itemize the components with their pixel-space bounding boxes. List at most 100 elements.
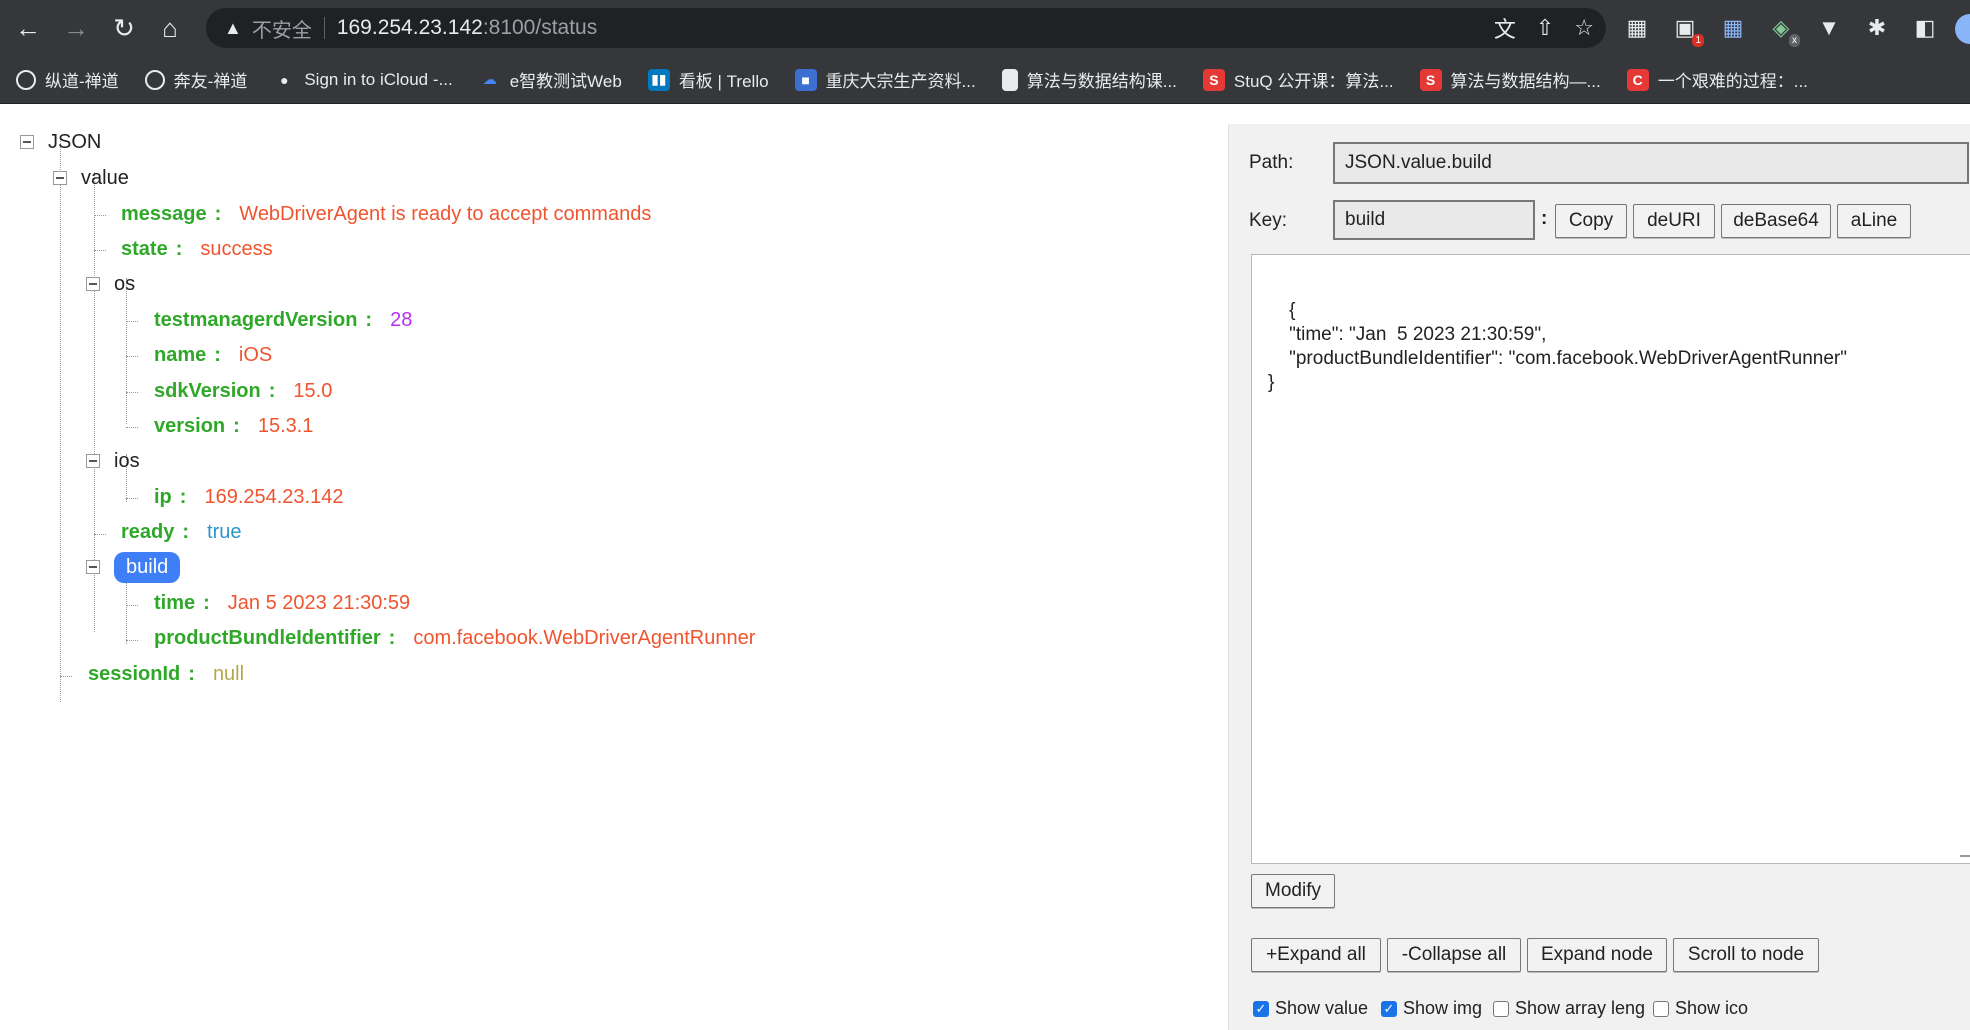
- site-icon: ■: [794, 68, 817, 91]
- bookmark-item[interactable]: ■ 重庆大宗生产资料...: [794, 67, 976, 92]
- puzzle-green-extension-icon[interactable]: ◈ x: [1766, 13, 1800, 47]
- tree-leaf-ready[interactable]: ready: true: [121, 516, 242, 548]
- tree-leaf-testmanagerdversion[interactable]: testmanagerdVersion: 28: [154, 304, 412, 336]
- scroll-to-node-button[interactable]: Scroll to node: [1673, 938, 1819, 972]
- checkbox-label: Show value: [1275, 998, 1369, 1018]
- tree-leaf-message[interactable]: message: WebDriverAgent is ready to acce…: [121, 198, 651, 230]
- notification-extension-icon[interactable]: ▣ 1: [1670, 13, 1704, 47]
- tree-branch-line: [126, 640, 138, 641]
- collapse-all-button[interactable]: -Collapse all: [1387, 938, 1521, 972]
- expand-all-button[interactable]: +Expand all: [1251, 938, 1381, 972]
- security-label: 不安全: [251, 19, 312, 42]
- node-value: iOS: [238, 343, 273, 366]
- bookmark-label: 算法与数据结构课...: [1026, 72, 1177, 91]
- copy-button[interactable]: Copy: [1555, 204, 1627, 238]
- qr-extension-icon[interactable]: ▦: [1622, 13, 1652, 43]
- tree-node-value[interactable]: value: [53, 162, 129, 194]
- tree-branch-line: [126, 498, 138, 499]
- bookmark-item[interactable]: ● Sign in to iCloud -...: [273, 69, 453, 91]
- tree-node-json[interactable]: JSON: [20, 126, 101, 158]
- tree-leaf-version[interactable]: version: 15.3.1: [154, 410, 313, 442]
- node-value: 15.0: [293, 379, 333, 402]
- profile-avatar[interactable]: [1955, 14, 1970, 44]
- node-label[interactable]: JSON: [48, 131, 101, 154]
- debase64-button[interactable]: deBase64: [1721, 204, 1831, 238]
- forward-arrow-icon[interactable]: →: [56, 8, 96, 48]
- tree-leaf-name[interactable]: name: iOS: [154, 339, 272, 371]
- bookmark-item[interactable]: C 一个艰难的过程：...: [1626, 67, 1808, 92]
- extension-x-badge: x: [1789, 34, 1800, 47]
- inspector-panel: Path: JSON.value.build Key: build : Copy…: [1228, 124, 1970, 1030]
- node-label[interactable]: os: [114, 273, 135, 296]
- node-value: Jan 5 2023 21:30:59: [227, 591, 411, 614]
- collapse-toggle-icon[interactable]: [20, 135, 34, 149]
- s-logo-icon: S: [1202, 68, 1225, 91]
- collapse-toggle-icon[interactable]: [86, 454, 100, 468]
- address-bar[interactable]: ▲ 不安全 169.254.23.142:8100/status 文 ⇧ ☆: [206, 8, 1606, 48]
- tree-leaf-ip[interactable]: ip: 169.254.23.142: [154, 481, 343, 513]
- tree-leaf-time[interactable]: time: Jan 5 2023 21:30:59: [154, 587, 410, 619]
- bookmark-item[interactable]: 奔友-禅道: [144, 67, 247, 92]
- node-label[interactable]: value: [81, 167, 129, 190]
- key-colon: :: [365, 308, 373, 331]
- back-arrow-icon[interactable]: ←: [8, 8, 48, 48]
- tree-leaf-sdkversion[interactable]: sdkVersion: 15.0: [154, 375, 332, 407]
- json-editor[interactable]: { "time": "Jan 5 2023 21:30:59", "produc…: [1251, 254, 1970, 864]
- resize-handle-icon[interactable]: [1960, 845, 1970, 857]
- modify-button[interactable]: Modify: [1251, 874, 1335, 908]
- url-host: 169.254.23.142: [336, 16, 483, 39]
- tree-branch-line: [94, 215, 106, 216]
- node-value: 15.3.1: [257, 414, 314, 437]
- tree-leaf-state[interactable]: state: success: [121, 233, 273, 265]
- tree-leaf-productbundleidentifier[interactable]: productBundleIdentifier: com.facebook.We…: [154, 622, 755, 654]
- checkbox-checked-icon: ✓: [1253, 1000, 1269, 1017]
- collapse-toggle-icon[interactable]: [86, 560, 100, 574]
- share-icon[interactable]: ⇧: [1536, 15, 1554, 41]
- bookmark-item[interactable]: S 算法与数据结构—...: [1419, 67, 1601, 92]
- path-field[interactable]: JSON.value.build: [1333, 142, 1969, 184]
- reload-icon[interactable]: ↻: [104, 8, 144, 48]
- aline-button[interactable]: aLine: [1837, 204, 1911, 238]
- bookmark-item[interactable]: ▮▮ 看板 | Trello: [647, 67, 769, 92]
- tree-node-ios[interactable]: ios: [86, 445, 140, 477]
- document-icon: [1001, 68, 1018, 91]
- collapse-toggle-icon[interactable]: [53, 171, 67, 185]
- node-key: message: [121, 202, 207, 225]
- node-value: 28: [390, 308, 413, 331]
- show-img-checkbox[interactable]: ✓ Show img: [1381, 998, 1482, 1019]
- bookmark-star-icon[interactable]: ☆: [1574, 15, 1594, 41]
- node-key: ready: [121, 520, 175, 543]
- extensions-puzzle-icon[interactable]: ✱: [1862, 13, 1892, 43]
- expand-node-button[interactable]: Expand node: [1527, 938, 1667, 972]
- bookmark-item[interactable]: 算法与数据结构课...: [1001, 67, 1177, 92]
- translate-icon[interactable]: 文: [1494, 12, 1516, 44]
- key-field[interactable]: build: [1333, 200, 1535, 240]
- translate-extension-icon[interactable]: ▦: [1718, 13, 1748, 43]
- side-panel-icon[interactable]: ◧: [1910, 13, 1940, 43]
- home-icon[interactable]: ⌂: [150, 8, 190, 48]
- show-value-checkbox[interactable]: ✓ Show value: [1253, 998, 1368, 1019]
- tree-node-build[interactable]: build: [86, 551, 181, 583]
- c-logo-icon: C: [1626, 68, 1649, 91]
- key-colon: :: [182, 520, 190, 543]
- key-colon: :: [203, 591, 210, 614]
- browser-toolbar: ← → ↻ ⌂ ▲ 不安全 169.254.23.142:8100/status…: [0, 0, 1970, 56]
- tree-leaf-sessionid[interactable]: sessionId: null: [88, 658, 244, 690]
- tree-node-os[interactable]: os: [86, 268, 135, 300]
- checkbox-label: Show array leng: [1515, 998, 1646, 1018]
- editor-content: { "time": "Jan 5 2023 21:30:59", "produc…: [1268, 300, 1847, 393]
- tree-branch-line: [60, 676, 72, 677]
- selected-node-label[interactable]: build: [114, 551, 181, 583]
- globe-icon: [144, 69, 165, 90]
- bookmark-item[interactable]: 纵道-禅道: [16, 67, 119, 92]
- deuri-button[interactable]: deURI: [1633, 204, 1715, 238]
- node-label[interactable]: ios: [114, 450, 140, 473]
- bookmark-item[interactable]: S StuQ 公开课：算法...: [1202, 67, 1394, 92]
- bookmark-item[interactable]: ☁ e智教测试Web: [479, 67, 622, 92]
- show-array-leng-checkbox[interactable]: Show array leng: [1493, 998, 1645, 1019]
- vue-devtools-icon[interactable]: ▼: [1814, 13, 1844, 43]
- show-ico-checkbox[interactable]: Show ico: [1653, 998, 1748, 1019]
- node-key: state: [121, 237, 168, 260]
- key-colon: :: [1541, 208, 1548, 229]
- collapse-toggle-icon[interactable]: [86, 277, 100, 291]
